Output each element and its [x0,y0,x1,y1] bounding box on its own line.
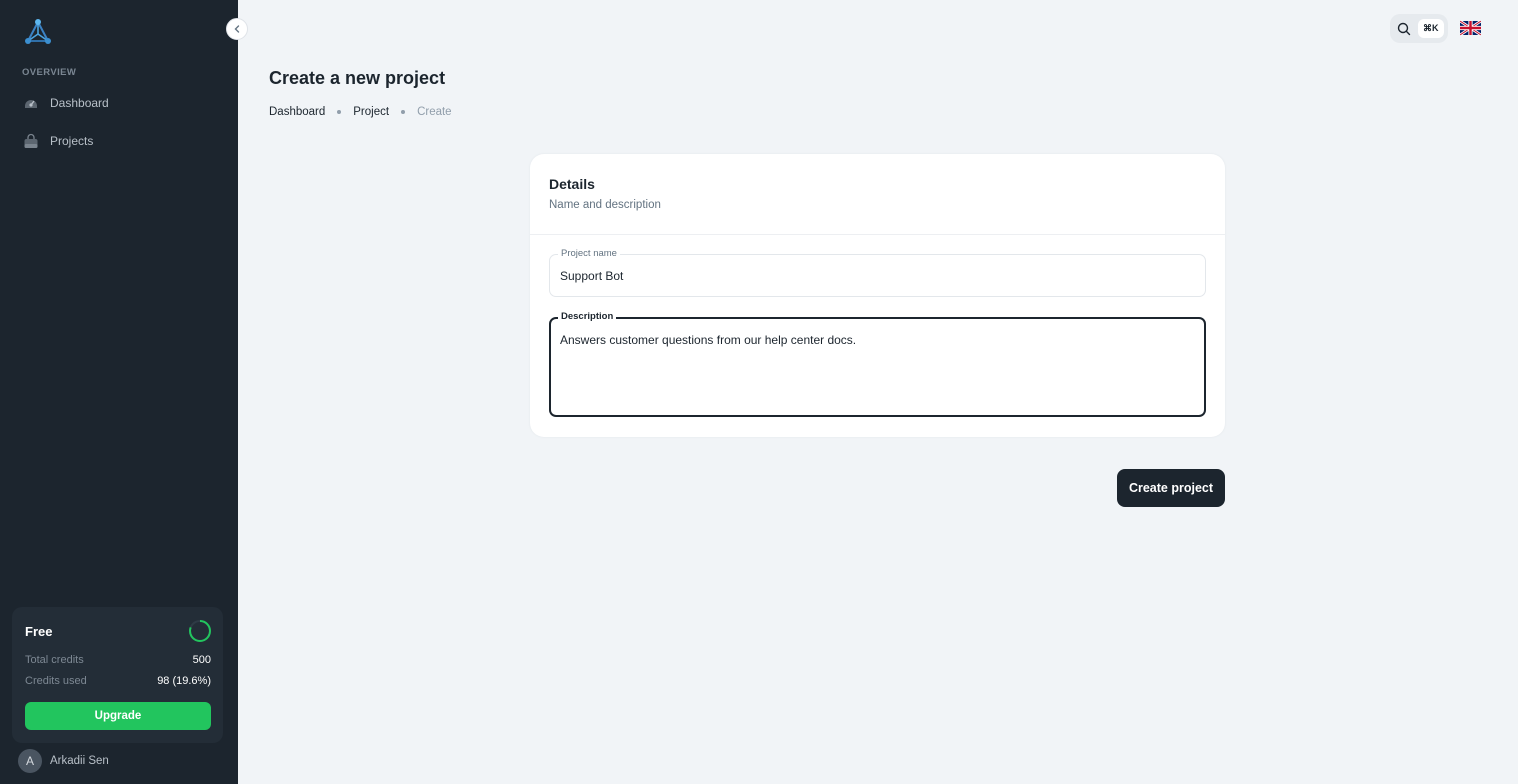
description-field: Description Answers customer questions f… [549,311,1206,417]
avatar: A [18,749,42,773]
chevron-left-icon [234,25,240,33]
details-card: Details Name and description Project nam… [530,154,1225,437]
card-subtitle: Name and description [549,199,661,211]
sidebar: OVERVIEW Dashboard Projects Free Total c… [0,0,238,784]
sidebar-item-dashboard[interactable]: Dashboard [12,86,226,120]
plan-card: Free Total credits 500 Credits used 98 (… [12,607,223,743]
plan-name: Free [25,624,53,639]
breadcrumb: Dashboard Project Create [269,106,452,118]
breadcrumb-project[interactable]: Project [353,106,389,118]
sidebar-item-label: Dashboard [50,96,109,110]
dashboard-icon [22,94,40,112]
project-name-field: Project name [549,248,1206,297]
bag-icon [22,132,40,150]
sidebar-item-projects[interactable]: Projects [12,124,226,158]
create-project-button[interactable]: Create project [1117,469,1225,507]
uk-flag-icon[interactable] [1460,20,1481,36]
upgrade-button[interactable]: Upgrade [25,702,211,730]
page-title: Create a new project [269,68,446,88]
search-button[interactable]: ⌘K [1390,14,1448,43]
credits-progress-ring [189,620,211,642]
logo-icon[interactable] [24,18,52,46]
user-profile[interactable]: A Arkadii Sen [18,749,109,773]
credits-used-row: Credits used 98 (19.6%) [25,675,211,687]
breadcrumb-separator [401,110,406,114]
total-credits-label: Total credits [25,654,84,666]
breadcrumb-separator [337,110,342,114]
card-title: Details [549,176,595,192]
section-label-overview: OVERVIEW [22,67,77,78]
user-name: Arkadii Sen [50,755,109,767]
collapse-sidebar-button[interactable] [226,18,248,40]
breadcrumb-dashboard[interactable]: Dashboard [269,106,325,118]
search-shortcut: ⌘K [1418,19,1444,38]
description-label: Description [558,311,617,322]
divider [530,234,1225,235]
breadcrumb-create: Create [417,106,452,118]
total-credits-value: 500 [192,654,211,666]
sidebar-item-label: Projects [50,134,94,148]
credits-used-label: Credits used [25,675,87,687]
credits-used-value: 98 (19.6%) [157,675,211,687]
search-icon [1397,22,1411,35]
total-credits-row: Total credits 500 [25,654,211,666]
project-name-input[interactable] [560,255,1190,296]
description-textarea[interactable]: Answers customer questions from our help… [560,332,1190,408]
